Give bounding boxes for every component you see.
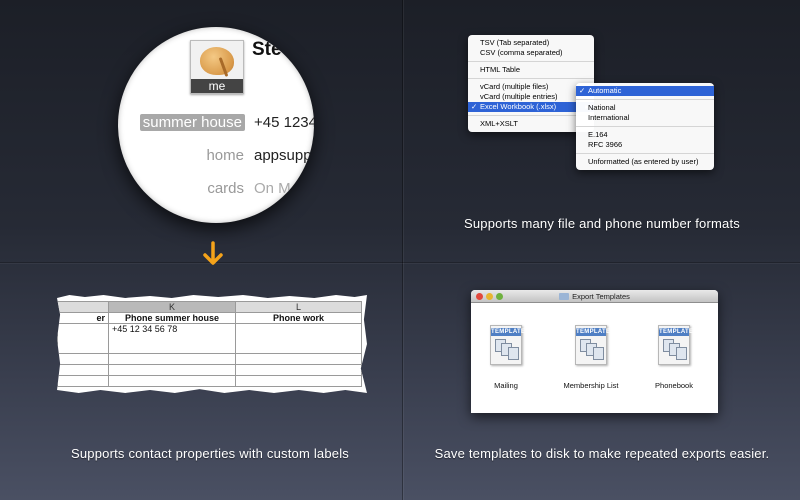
window-title: Export Templates <box>471 290 718 303</box>
field-name-phone-work: Phone work <box>235 312 362 324</box>
menu-item-automatic[interactable]: ✓ Automatic <box>576 86 714 96</box>
avatar-label: me <box>191 79 243 93</box>
label-summer-house[interactable]: summer house <box>139 114 245 131</box>
table-cell <box>57 375 109 387</box>
window-titlebar: Export Templates <box>471 290 718 303</box>
checkmark-icon: ✓ <box>471 102 478 111</box>
panel-divider-horizontal <box>0 262 800 263</box>
menu-item-excel-label: Excel Workbook (.xlsx) <box>480 102 557 111</box>
menu-item-tsv[interactable]: TSV (Tab separated) <box>468 38 594 48</box>
menu-separator <box>468 61 594 62</box>
template-label: Membership List <box>563 381 619 390</box>
menu-separator <box>576 99 714 100</box>
value-cards: On M <box>254 180 291 197</box>
template-item-membership-list[interactable]: TEMPLATE Membership List <box>551 325 631 390</box>
caption-templates: Save templates to disk to make repeated … <box>434 446 770 461</box>
caption-custom-labels: Supports contact properties with custom … <box>71 446 349 461</box>
folder-icon <box>559 293 570 300</box>
menu-item-automatic-label: Automatic <box>588 86 622 95</box>
spreadsheet-snippet: K L er Phone summer house Phone work +45… <box>57 295 367 393</box>
label-home: home <box>206 147 244 164</box>
table-cell <box>108 364 236 376</box>
menu-separator <box>468 78 594 79</box>
field-name-phone-summer-house: Phone summer house <box>108 312 236 324</box>
avatar: me <box>190 40 244 94</box>
checkmark-icon: ✓ <box>579 86 586 95</box>
label-cards: cards <box>207 180 244 197</box>
panel-divider-vertical <box>402 0 403 500</box>
fortune-cookie-icon <box>200 47 234 77</box>
menu-item-national[interactable]: National <box>576 103 714 113</box>
table-cell <box>235 364 362 376</box>
magnifier-lens: me Ste summer house +45 1234 home appsup… <box>118 27 314 223</box>
template-label: Phonebook <box>655 381 693 390</box>
table-cell <box>108 375 236 387</box>
table-cell <box>235 323 362 354</box>
table-cell <box>57 353 109 365</box>
table-cell <box>57 323 109 354</box>
table-cell <box>235 375 362 387</box>
template-file-icon: TEMPLATE <box>658 325 694 365</box>
export-templates-window: Export Templates TEMPLATE Mailing TEMPLA… <box>471 290 718 413</box>
template-file-icon: TEMPLATE <box>575 325 611 365</box>
table-cell <box>108 353 236 365</box>
template-item-phonebook[interactable]: TEMPLATE Phonebook <box>634 325 714 390</box>
phone-format-menu: ✓ Automatic National International E.164… <box>576 83 714 170</box>
menu-item-rfc3966[interactable]: RFC 3966 <box>576 140 714 150</box>
menu-item-e164[interactable]: E.164 <box>576 130 714 140</box>
menu-item-international[interactable]: International <box>576 113 714 123</box>
menu-item-unformatted[interactable]: Unformatted (as entered by user) <box>576 157 714 167</box>
window-title-text: Export Templates <box>572 292 630 301</box>
template-label: Mailing <box>494 381 518 390</box>
template-file-icon: TEMPLATE <box>490 325 526 365</box>
template-badge: TEMPLATE <box>576 328 611 336</box>
value-summer-house: +45 1234 <box>254 114 314 131</box>
menu-separator <box>576 126 714 127</box>
template-badge: TEMPLATE <box>491 328 526 336</box>
caption-formats: Supports many file and phone number form… <box>464 216 740 231</box>
template-badge: TEMPLATE <box>659 328 694 336</box>
table-cell <box>57 364 109 376</box>
column-header-k[interactable]: K <box>108 301 236 313</box>
column-header <box>57 301 109 313</box>
arrow-down-icon <box>203 241 223 265</box>
menu-item-csv[interactable]: CSV (comma separated) <box>468 48 594 58</box>
field-name-cell: er <box>57 312 109 324</box>
template-item-mailing[interactable]: TEMPLATE Mailing <box>471 325 546 390</box>
table-cell: +45 12 34 56 78 <box>108 323 236 354</box>
menu-item-html-table[interactable]: HTML Table <box>468 65 594 75</box>
value-home: appsupp <box>254 147 312 164</box>
menu-separator <box>576 153 714 154</box>
table-cell <box>235 353 362 365</box>
column-header-l[interactable]: L <box>235 301 362 313</box>
contact-name: Ste <box>252 39 282 60</box>
